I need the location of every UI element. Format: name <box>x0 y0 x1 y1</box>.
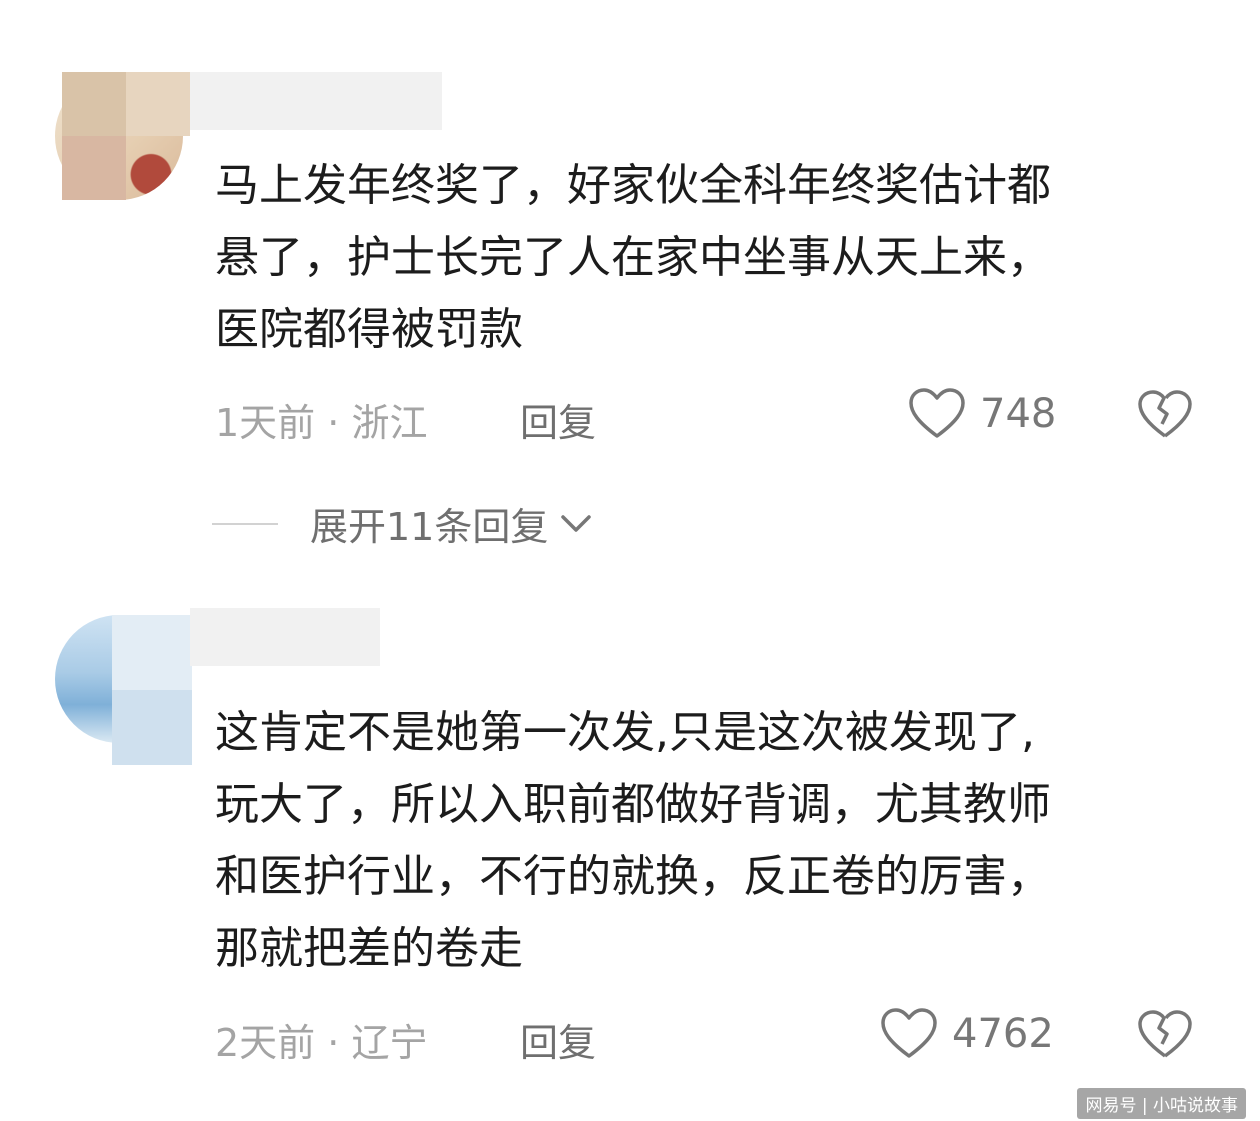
like-button[interactable]: 748 <box>908 388 1056 440</box>
expand-label: 展开11条回复 <box>310 505 549 549</box>
avatar-mosaic <box>112 615 192 765</box>
heart-outline-icon <box>909 388 965 438</box>
comment-meta: 1天前 · 浙江 回复 <box>215 392 596 447</box>
broken-heart-icon[interactable] <box>1137 1010 1193 1060</box>
comment-location: 浙江 <box>351 401 428 445</box>
comment-time: 1天前 <box>215 401 316 445</box>
comment-text: 马上发年终奖了，好家伙全科年终奖估计都 悬了，护士长完了人在家中坐事从天上来， … <box>215 160 1051 355</box>
comment-time: 2天前 <box>215 1021 316 1065</box>
like-count: 748 <box>980 391 1057 437</box>
like-count: 4762 <box>952 1011 1054 1057</box>
expand-replies[interactable]: 展开11条回复 <box>212 496 594 551</box>
broken-heart-icon[interactable] <box>1137 390 1193 440</box>
comment-meta: 2天前 · 辽宁 回复 <box>215 1012 596 1067</box>
meta-separator: · <box>315 401 352 445</box>
comment-text: 这肯定不是她第一次发,只是这次被发现了, 玩大了，所以入职前都做好背调，尤其教师… <box>215 707 1051 974</box>
reply-button[interactable]: 回复 <box>520 1012 596 1067</box>
watermark: 网易号 | 小咕说故事 <box>1077 1088 1246 1119</box>
chevron-down-icon <box>561 514 592 532</box>
heart-outline-icon <box>881 1008 937 1058</box>
comment-location: 辽宁 <box>351 1021 428 1065</box>
reply-button[interactable]: 回复 <box>520 392 596 447</box>
divider-line <box>212 522 278 525</box>
like-button[interactable]: 4762 <box>880 1008 1054 1060</box>
meta-separator: · <box>315 1021 352 1065</box>
avatar-mosaic <box>62 72 190 200</box>
username-redacted[interactable] <box>190 608 380 666</box>
username-redacted[interactable] <box>190 72 442 130</box>
